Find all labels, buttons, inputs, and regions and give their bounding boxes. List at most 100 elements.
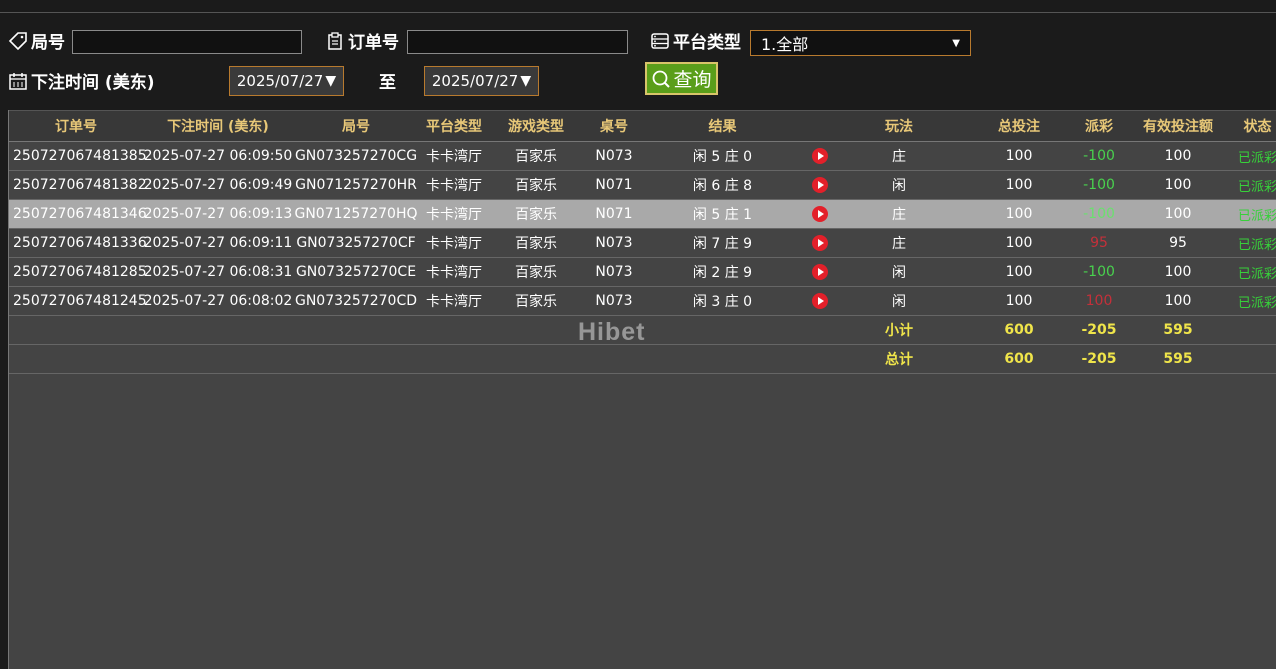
game-type-cell: 百家乐 xyxy=(489,141,583,171)
bet-time-label: 下注时间 (美东) xyxy=(8,68,154,93)
date-to-picker[interactable]: 2025/07/27 ▼ xyxy=(424,66,539,96)
order-label: 订单号 xyxy=(325,28,399,53)
payout-cell: 95 xyxy=(1080,228,1118,258)
bet-type-cell: 闲 xyxy=(840,170,958,200)
valid-bet-cell: 100 xyxy=(1118,199,1238,229)
grandtotal-valid: 595 xyxy=(1118,344,1238,374)
grandtotal-label: 总计 xyxy=(840,344,958,374)
round-id-cell: GN073257270CF xyxy=(293,228,419,258)
col-result: 结果 xyxy=(645,110,800,142)
table-no-cell: N073 xyxy=(583,257,645,287)
order-id-cell: 250727067481336 xyxy=(9,228,147,258)
bet-time-cell: 2025-07-27 06:09:50 xyxy=(143,141,293,171)
play-video-icon[interactable] xyxy=(812,293,828,309)
payout-cell: -100 xyxy=(1080,170,1118,200)
table-row[interactable]: 250727067481285 2025-07-27 06:08:31 GN0732… xyxy=(9,257,1276,287)
video-cell xyxy=(800,199,840,229)
bet-type-cell: 庄 xyxy=(840,141,958,171)
play-video-icon[interactable] xyxy=(812,235,828,251)
play-video-icon[interactable] xyxy=(812,148,828,164)
valid-bet-cell: 100 xyxy=(1118,170,1238,200)
platform-cell: 卡卡湾厅 xyxy=(419,170,489,200)
video-cell xyxy=(800,170,840,200)
subtotal-valid: 595 xyxy=(1118,315,1238,345)
table-row[interactable]: 250727067481382 2025-07-27 06:09:49 GN0712… xyxy=(9,170,1276,200)
bet-time-cell: 2025-07-27 06:09:49 xyxy=(143,170,293,200)
table-row[interactable]: 250727067481346 2025-07-27 06:09:13 GN0712… xyxy=(9,199,1276,229)
game-type-cell: 百家乐 xyxy=(489,257,583,287)
col-platform: 平台类型 xyxy=(419,110,489,142)
table-row[interactable]: 250727067481385 2025-07-27 06:09:50 GN0732… xyxy=(9,141,1276,171)
grandtotal-payout: -205 xyxy=(1080,344,1118,374)
platform-select[interactable]: 1.全部 ▼ xyxy=(750,30,971,56)
order-id-cell: 250727067481346 xyxy=(9,199,147,229)
result-cell: 闲 3 庄 0 xyxy=(645,286,800,316)
col-bet: 玩法 xyxy=(840,110,958,142)
platform-cell: 卡卡湾厅 xyxy=(419,199,489,229)
round-id-cell: GN071257270HR xyxy=(293,170,419,200)
search-icon xyxy=(653,70,671,88)
play-video-icon[interactable] xyxy=(812,177,828,193)
order-id-cell: 250727067481382 xyxy=(9,170,147,200)
hibet-watermark-logo: Hibet xyxy=(578,318,646,346)
valid-bet-cell: 100 xyxy=(1118,141,1238,171)
table-row[interactable]: 250727067481245 2025-07-27 06:08:02 GN0732… xyxy=(9,286,1276,316)
table-no-cell: N073 xyxy=(583,228,645,258)
server-icon xyxy=(651,32,669,49)
platform-cell: 卡卡湾厅 xyxy=(419,286,489,316)
status-cell: 已派彩 xyxy=(1238,170,1276,200)
bet-type-cell: 庄 xyxy=(840,199,958,229)
round-id-cell: GN073257270CE xyxy=(293,257,419,287)
status-cell: 已派彩 xyxy=(1238,199,1276,229)
total-bet-cell: 100 xyxy=(958,141,1080,171)
subtotal-label: 小计 xyxy=(840,315,958,345)
bet-time-cell: 2025-07-27 06:08:02 xyxy=(143,286,293,316)
bet-type-cell: 庄 xyxy=(840,228,958,258)
table-no-cell: N073 xyxy=(583,141,645,171)
tag-icon xyxy=(8,31,27,50)
table-no-cell: N071 xyxy=(583,170,645,200)
search-button[interactable]: 查询 xyxy=(645,62,718,95)
payout-cell: -100 xyxy=(1080,257,1118,287)
col-payout: 派彩 xyxy=(1080,110,1118,142)
play-video-icon[interactable] xyxy=(812,206,828,222)
bet-type-cell: 闲 xyxy=(840,286,958,316)
table-row[interactable]: 250727067481336 2025-07-27 06:09:11 GN0732… xyxy=(9,228,1276,258)
round-input[interactable] xyxy=(72,30,302,54)
total-bet-cell: 100 xyxy=(958,257,1080,287)
result-cell: 闲 5 庄 1 xyxy=(645,199,800,229)
bet-records-table: 订单号 下注时间 (美东) 局号 平台类型 游戏类型 桌号 结果 玩法 总投注 … xyxy=(8,110,1276,669)
platform-cell: 卡卡湾厅 xyxy=(419,257,489,287)
subtotal-total: 600 xyxy=(958,315,1080,345)
table-no-cell: N073 xyxy=(583,286,645,316)
video-cell xyxy=(800,286,840,316)
valid-bet-cell: 100 xyxy=(1118,257,1238,287)
total-bet-cell: 100 xyxy=(958,286,1080,316)
col-time: 下注时间 (美东) xyxy=(143,110,293,142)
payout-cell: -100 xyxy=(1080,141,1118,171)
video-cell xyxy=(800,141,840,171)
order-id-cell: 250727067481385 xyxy=(9,141,147,171)
play-video-icon[interactable] xyxy=(812,264,828,280)
status-cell: 已派彩 xyxy=(1238,286,1276,316)
order-id-cell: 250727067481285 xyxy=(9,257,147,287)
top-divider xyxy=(0,12,1276,13)
video-cell xyxy=(800,228,840,258)
dropdown-arrow-icon: ▼ xyxy=(952,38,960,49)
platform-cell: 卡卡湾厅 xyxy=(419,141,489,171)
col-table: 桌号 xyxy=(583,110,645,142)
date-from-picker[interactable]: 2025/07/27 ▼ xyxy=(229,66,344,96)
grandtotal-total: 600 xyxy=(958,344,1080,374)
grandtotal-row: 总计 600 -205 595 xyxy=(9,344,1276,374)
caret-down-icon: ▼ xyxy=(325,73,337,89)
subtotal-payout: -205 xyxy=(1080,315,1118,345)
status-cell: 已派彩 xyxy=(1238,141,1276,171)
date-to-label: 至 xyxy=(379,73,396,93)
game-type-cell: 百家乐 xyxy=(489,228,583,258)
order-input[interactable] xyxy=(407,30,628,54)
round-label: 局号 xyxy=(8,28,65,53)
order-id-cell: 250727067481245 xyxy=(9,286,147,316)
table-no-cell: N071 xyxy=(583,199,645,229)
caret-down-icon: ▼ xyxy=(520,73,532,89)
round-id-cell: GN071257270HQ xyxy=(293,199,419,229)
